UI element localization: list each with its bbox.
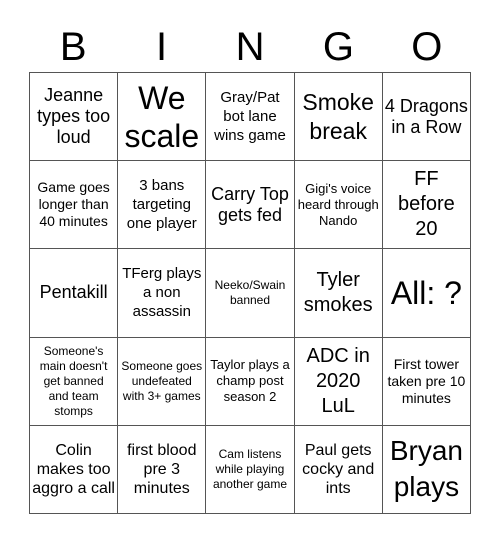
cell-text: All: ? xyxy=(390,274,462,311)
cell-text: Pentakill xyxy=(39,282,108,303)
cell-text: Bryan plays xyxy=(389,435,463,503)
bingo-cell-r1-c2[interactable]: We scale xyxy=(118,73,207,162)
header-letter-b: B xyxy=(59,25,87,69)
header-letter-g: G xyxy=(322,25,354,69)
bingo-cell-r5-c2[interactable]: first blood pre 3 minutes xyxy=(118,425,207,514)
cell-text: Smoke break xyxy=(302,88,374,144)
cell-text: TFerg plays a non assassin xyxy=(122,265,202,321)
bingo-cell-r2-c3[interactable]: Carry Top gets fed xyxy=(206,161,295,250)
header-letter-i: I xyxy=(156,25,168,69)
bingo-cell-r1-c4[interactable]: Smoke break xyxy=(294,73,383,162)
bingo-cell-r2-c2[interactable]: 3 bans targeting one player xyxy=(118,161,207,250)
bingo-cell-r1-c3[interactable]: Gray/Pat bot lane wins game xyxy=(206,73,295,162)
bingo-header: B I N G O xyxy=(29,22,471,72)
cell-text: Someone goes undefeated with 3+ games xyxy=(121,358,203,403)
cell-text: Carry Top gets fed xyxy=(211,183,289,225)
header-letter-n: N xyxy=(235,25,265,69)
bingo-cell-r3-c1[interactable]: Pentakill xyxy=(30,249,119,338)
bingo-cell-r2-c5[interactable]: FF before 20 xyxy=(382,161,471,250)
cell-text: Game goes longer than 40 minutes xyxy=(37,179,110,230)
cell-text: First tower taken pre 10 minutes xyxy=(387,355,466,406)
bingo-cell-r4-c3[interactable]: Taylor plays a champ post season 2 xyxy=(206,337,295,426)
cell-text: We scale xyxy=(124,79,200,154)
cell-text: 3 bans targeting one player xyxy=(126,177,197,233)
bingo-cell-r2-c4[interactable]: Gigi's voice heard through Nando xyxy=(294,161,383,250)
cell-text: Tyler smokes xyxy=(303,268,373,316)
cell-text: Paul gets cocky and ints xyxy=(302,441,375,497)
bingo-cell-r5-c3[interactable]: Cam listens while playing another game xyxy=(206,425,295,514)
bingo-grid: Jeanne types too loud We scale Gray/Pat … xyxy=(29,72,471,514)
bingo-cell-r1-c1[interactable]: Jeanne types too loud xyxy=(30,73,119,162)
cell-text: Gray/Pat bot lane wins game xyxy=(214,89,286,145)
cell-text: FF before 20 xyxy=(398,168,455,241)
cell-text: first blood pre 3 minutes xyxy=(127,441,197,497)
cell-text: ADC in 2020 LuL xyxy=(306,344,370,417)
bingo-cell-r4-c1[interactable]: Someone's main doesn't get banned and te… xyxy=(30,337,119,426)
bingo-cell-r1-c5[interactable]: 4 Dragons in a Row xyxy=(382,73,471,162)
bingo-cell-r4-c5[interactable]: First tower taken pre 10 minutes xyxy=(382,337,471,426)
cell-text: Colin makes too aggro a call xyxy=(32,441,115,497)
bingo-cell-r4-c2[interactable]: Someone goes undefeated with 3+ games xyxy=(118,337,207,426)
bingo-cell-r3-c5[interactable]: All: ? xyxy=(382,249,471,338)
bingo-cell-r3-c3[interactable]: Neeko/Swain banned xyxy=(206,249,295,338)
cell-text: Gigi's voice heard through Nando xyxy=(297,180,379,228)
cell-text: 4 Dragons in a Row xyxy=(384,95,468,137)
bingo-cell-r4-c4[interactable]: ADC in 2020 LuL xyxy=(294,337,383,426)
bingo-cell-r3-c4[interactable]: Tyler smokes xyxy=(294,249,383,338)
bingo-cell-r5-c4[interactable]: Paul gets cocky and ints xyxy=(294,425,383,514)
header-letter-o: O xyxy=(411,25,443,69)
bingo-cell-r3-c2[interactable]: TFerg plays a non assassin xyxy=(118,249,207,338)
cell-text: Neeko/Swain banned xyxy=(214,277,286,307)
bingo-cell-r2-c1[interactable]: Game goes longer than 40 minutes xyxy=(30,161,119,250)
cell-text: Taylor plays a champ post season 2 xyxy=(210,357,290,405)
cell-text: Jeanne types too loud xyxy=(37,85,111,148)
bingo-cell-r5-c1[interactable]: Colin makes too aggro a call xyxy=(30,425,119,514)
cell-text: Cam listens while playing another game xyxy=(212,446,288,491)
bingo-cell-r5-c5[interactable]: Bryan plays xyxy=(382,425,471,514)
cell-text: Someone's main doesn't get banned and te… xyxy=(39,343,108,418)
